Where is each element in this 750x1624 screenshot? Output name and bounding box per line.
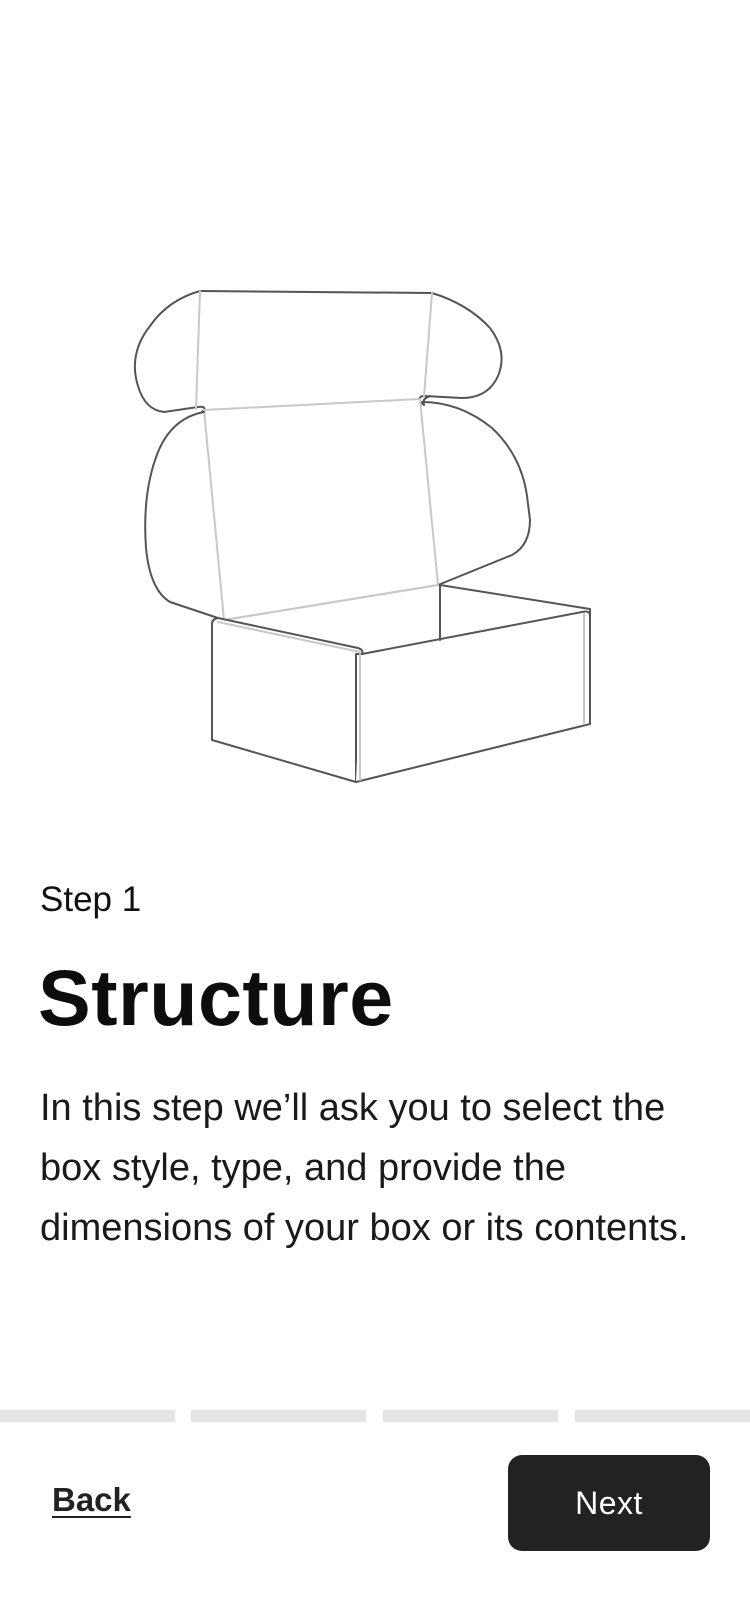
box-front-left bbox=[211, 617, 364, 783]
step-title: Structure bbox=[38, 953, 394, 1042]
step-description: In this step we’ll ask you to select the… bbox=[40, 1087, 689, 1249]
progress-segment-4 bbox=[575, 1410, 750, 1422]
step-label: Step 1 bbox=[40, 880, 142, 919]
step-progress-bar bbox=[0, 1410, 750, 1422]
mailer-box-illustration bbox=[133, 290, 591, 783]
lid-panel bbox=[203, 398, 439, 621]
lid-tongue-flap bbox=[199, 290, 503, 406]
progress-segment-1 bbox=[0, 1410, 175, 1422]
progress-segment-2 bbox=[191, 1410, 366, 1422]
next-button[interactable]: Next bbox=[508, 1455, 710, 1551]
back-link[interactable]: Back bbox=[52, 1478, 131, 1522]
lid-right-flap bbox=[421, 401, 531, 586]
lid-tongue-outline bbox=[133, 290, 206, 413]
progress-segment-3 bbox=[383, 1410, 558, 1422]
box-front-right bbox=[355, 610, 591, 783]
